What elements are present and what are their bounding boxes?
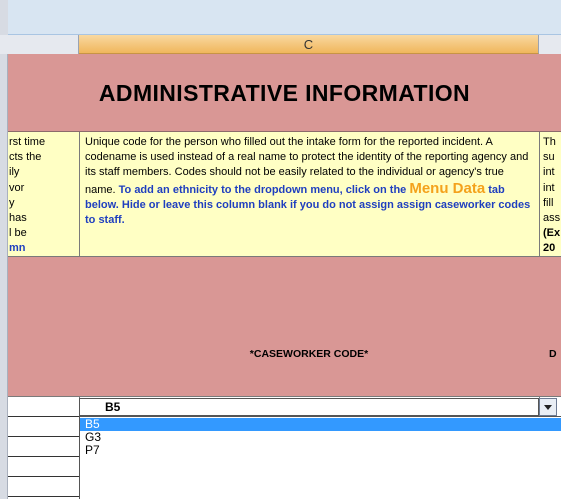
right-fragment: 20	[543, 242, 556, 255]
field-header-row[interactable]	[8, 257, 561, 397]
left-fragment: ily	[9, 166, 20, 179]
formula-bar-area	[0, 0, 561, 35]
dropdown-option[interactable]: P7	[80, 444, 561, 457]
caseworker-description: Unique code for the person who filled ou…	[85, 135, 537, 228]
left-fragment: mn	[9, 242, 26, 255]
row-header-stripe[interactable]	[0, 54, 8, 499]
row-gridline	[8, 496, 79, 497]
caseworker-code-header: *CASEWORKER CODE*	[249, 348, 369, 360]
right-fragment: (Ex	[543, 227, 561, 240]
left-fragment: rst time	[9, 136, 46, 148]
dropdown-option[interactable]: B5	[80, 418, 561, 431]
right-fragment: su	[543, 151, 555, 164]
description-instruction: To add an ethnicity to the dropdown menu…	[118, 183, 407, 196]
row-gridline	[8, 456, 79, 457]
caseworker-code-cell[interactable]: B5	[79, 398, 539, 416]
dropdown-option[interactable]: G3	[80, 431, 561, 444]
right-fragment: Th	[543, 136, 556, 148]
left-fragment: cts the	[9, 151, 42, 164]
row-gridline	[8, 416, 79, 417]
right-fragment: int	[543, 166, 555, 179]
menu-data-link[interactable]: Menu Data	[409, 180, 485, 197]
right-fragment: fill	[543, 196, 554, 209]
left-fragment: y	[9, 196, 15, 209]
select-all-corner[interactable]	[0, 0, 8, 35]
left-column-text: rst time cts the ily vor y has l be mn	[9, 135, 79, 257]
row-gridline	[8, 436, 79, 437]
section-title: ADMINISTRATIVE INFORMATION	[98, 80, 471, 106]
chevron-down-icon	[544, 405, 552, 410]
column-header-c[interactable]: C	[79, 35, 539, 54]
formula-bar	[0, 0, 561, 34]
column-header-d[interactable]	[539, 35, 561, 54]
right-fragment: ass	[543, 212, 561, 225]
right-fragment: int	[543, 181, 555, 194]
left-fragment: l be	[9, 227, 27, 240]
next-column-header: D	[549, 348, 557, 360]
right-column-text: Th su int int fill ass (Ex 20 Ju	[543, 135, 561, 272]
left-fragment: has	[9, 212, 27, 225]
row-gridline	[8, 476, 79, 477]
left-fragment: vor	[9, 181, 25, 194]
column-header-b[interactable]	[0, 35, 79, 54]
